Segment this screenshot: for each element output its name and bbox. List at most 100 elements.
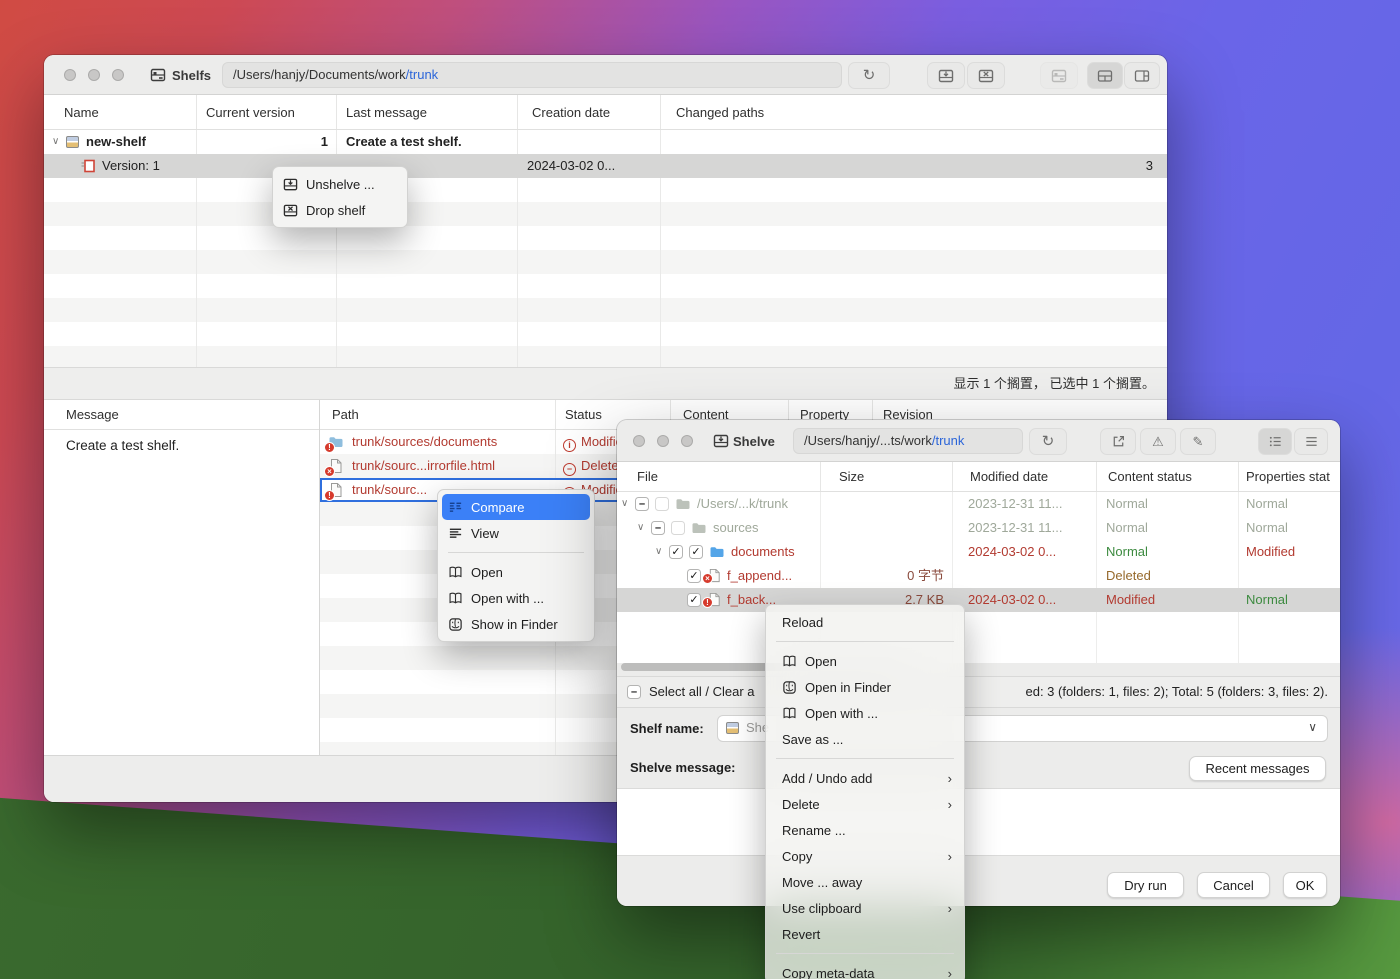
shelfs-titlebar[interactable]: Shelfs /Users/hanjy/Documents/work/trunk… — [44, 55, 1167, 95]
minimize-window-button[interactable] — [657, 435, 669, 447]
dry-run-button[interactable]: Dry run — [1107, 872, 1184, 898]
cancel-button[interactable]: Cancel — [1197, 872, 1270, 898]
conflicts-button[interactable]: ⚠ — [1140, 428, 1176, 455]
column-header-current-version[interactable]: Current version — [206, 95, 295, 130]
close-window-button[interactable] — [633, 435, 645, 447]
menu-item-compare[interactable]: Compare — [442, 494, 590, 520]
menu-item-rename[interactable]: Rename ... — [766, 817, 964, 843]
menu-item-move-away[interactable]: Move ... away — [766, 869, 964, 895]
shelf-context-menu: Unshelve ... Drop shelf — [272, 166, 408, 228]
chevron-down-icon[interactable]: ∨ — [655, 540, 662, 564]
zoom-window-button[interactable] — [681, 435, 693, 447]
menu-item-use-clipboard[interactable]: Use clipboard› — [766, 895, 964, 921]
column-header-status[interactable]: Status — [565, 400, 602, 430]
column-header-creation-date[interactable]: Creation date — [532, 95, 610, 130]
partial-checkbox[interactable]: – — [635, 497, 649, 511]
column-header-path[interactable]: Path — [332, 400, 359, 430]
checked-checkbox[interactable]: ✓ — [687, 593, 701, 607]
column-header-content-status[interactable]: Content status — [1108, 462, 1192, 492]
open-book-icon — [782, 706, 797, 721]
recent-messages-label: Recent messages — [1205, 761, 1309, 776]
close-window-button[interactable] — [64, 69, 76, 81]
chevron-down-icon[interactable]: ∨ — [621, 492, 628, 516]
menu-item-copy[interactable]: Copy› — [766, 843, 964, 869]
menu-item-label: Drop shelf — [306, 203, 395, 218]
shelf-version: 1 — [196, 130, 328, 154]
minimize-window-button[interactable] — [88, 69, 100, 81]
menu-item-drop-shelf[interactable]: Drop shelf — [273, 197, 407, 223]
detail-list-view-toggle[interactable] — [1258, 428, 1292, 455]
checked-checkbox[interactable]: ✓ — [669, 545, 683, 559]
shelve-titlebar[interactable]: Shelve /Users/hanjy/...ts/work/trunk ↻ ⚠… — [617, 420, 1340, 462]
menu-item-open[interactable]: Open — [766, 648, 964, 674]
flat-list-view-toggle[interactable] — [1294, 428, 1328, 455]
column-header-modified-date[interactable]: Modified date — [970, 462, 1048, 492]
menu-item-open-in-finder[interactable]: Open in Finder — [766, 674, 964, 700]
menu-item-revert[interactable]: Revert — [766, 921, 964, 947]
menu-item-label: Copy meta-data — [782, 966, 940, 979]
recent-messages-button[interactable]: Recent messages — [1189, 756, 1326, 781]
file-row-f-back-selected[interactable]: ✓ ! f_back... 2.7 KB 2024-03-02 0... Mod… — [617, 588, 1340, 612]
view-icon — [448, 526, 463, 541]
drop-shelf-toolbar-button[interactable] — [967, 62, 1005, 89]
shelf-row-version-1[interactable]: Version: 1 2024-03-02 0... 3 — [44, 154, 1167, 178]
menu-item-view[interactable]: View — [438, 520, 594, 546]
menu-item-reload[interactable]: Reload — [766, 609, 964, 635]
flat-list-icon — [1304, 434, 1319, 449]
menu-item-label: Open with ... — [805, 706, 952, 721]
edit-button[interactable]: ✎ — [1180, 428, 1216, 455]
chevron-down-icon[interactable]: ∨ — [52, 130, 59, 154]
select-all-checkbox[interactable]: – — [627, 685, 641, 699]
repository-path-field[interactable]: /Users/hanjy/Documents/work/trunk — [222, 62, 842, 88]
menu-item-open-with[interactable]: Open with ... — [766, 700, 964, 726]
menu-item-delete[interactable]: Delete› — [766, 791, 964, 817]
path-accent-text: /trunk — [932, 433, 965, 448]
column-header-message[interactable]: Message — [66, 400, 119, 430]
path-accent-text: /trunk — [406, 67, 439, 82]
chevron-down-icon[interactable]: ∨ — [637, 516, 644, 540]
menu-item-copy-meta-data[interactable]: Copy meta-data› — [766, 960, 964, 979]
menu-separator — [776, 758, 954, 759]
partial-checkbox[interactable]: – — [651, 521, 665, 535]
menu-item-unshelve[interactable]: Unshelve ... — [273, 171, 407, 197]
menu-item-add-undo-add[interactable]: Add / Undo add› — [766, 765, 964, 791]
column-header-properties-status[interactable]: Properties stat — [1246, 462, 1330, 492]
path-text: trunk/sources/documents — [352, 430, 497, 454]
column-header-name[interactable]: Name — [64, 95, 99, 130]
menu-item-save-as[interactable]: Save as ... — [766, 726, 964, 752]
folder-icon — [691, 520, 707, 536]
file-row-sources[interactable]: ∨ – sources 2023-12-31 11... Normal Norm… — [617, 516, 1340, 540]
column-header-last-message[interactable]: Last message — [346, 95, 427, 130]
menu-item-open[interactable]: Open — [438, 559, 594, 585]
menu-item-show-in-finder[interactable]: Show in Finder — [438, 611, 594, 637]
vertical-split-toggle[interactable] — [1124, 62, 1160, 89]
message-panel: Message Create a test shelf. — [44, 400, 320, 755]
column-header-size[interactable]: Size — [839, 462, 864, 492]
combo-chevron-icon[interactable]: ∨ — [1308, 720, 1317, 734]
horizontal-split-toggle[interactable] — [1087, 62, 1123, 89]
modified-badge-icon: ! — [702, 597, 713, 608]
shelf-row-new-shelf[interactable]: ∨ new-shelf 1 Create a test shelf. — [44, 130, 1167, 154]
refresh-button[interactable]: ↻ — [848, 62, 890, 89]
ok-button[interactable]: OK — [1283, 872, 1327, 898]
column-header-changed-paths[interactable]: Changed paths — [676, 95, 764, 130]
repository-path-field[interactable]: /Users/hanjy/...ts/work/trunk — [793, 428, 1023, 454]
menu-item-label: Show in Finder — [471, 617, 582, 632]
external-open-button[interactable] — [1100, 428, 1136, 455]
shelve-message-input[interactable] — [617, 788, 1340, 856]
file-row-documents[interactable]: ∨ ✓ ✓ documents 2024-03-02 0... Normal M… — [617, 540, 1340, 564]
select-all-label[interactable]: Select all / Clear a — [649, 677, 755, 707]
file-row-trunk[interactable]: ∨ – /Users/...k/trunk 2023-12-31 11... N… — [617, 492, 1340, 516]
ghost-checkbox[interactable] — [655, 497, 669, 511]
menu-item-open-with[interactable]: Open with ... — [438, 585, 594, 611]
path-text: /Users/hanjy/...ts/work — [804, 433, 932, 448]
refresh-button[interactable]: ↻ — [1029, 428, 1067, 455]
checked-checkbox[interactable]: ✓ — [689, 545, 703, 559]
file-content-status: Normal — [1106, 516, 1148, 540]
column-header-file[interactable]: File — [637, 462, 658, 492]
ghost-checkbox[interactable] — [671, 521, 685, 535]
checked-checkbox[interactable]: ✓ — [687, 569, 701, 583]
zoom-window-button[interactable] — [112, 69, 124, 81]
unshelve-toolbar-button[interactable] — [927, 62, 965, 89]
file-row-f-append[interactable]: ✓ × f_append... 0 字节 Deleted — [617, 564, 1340, 588]
